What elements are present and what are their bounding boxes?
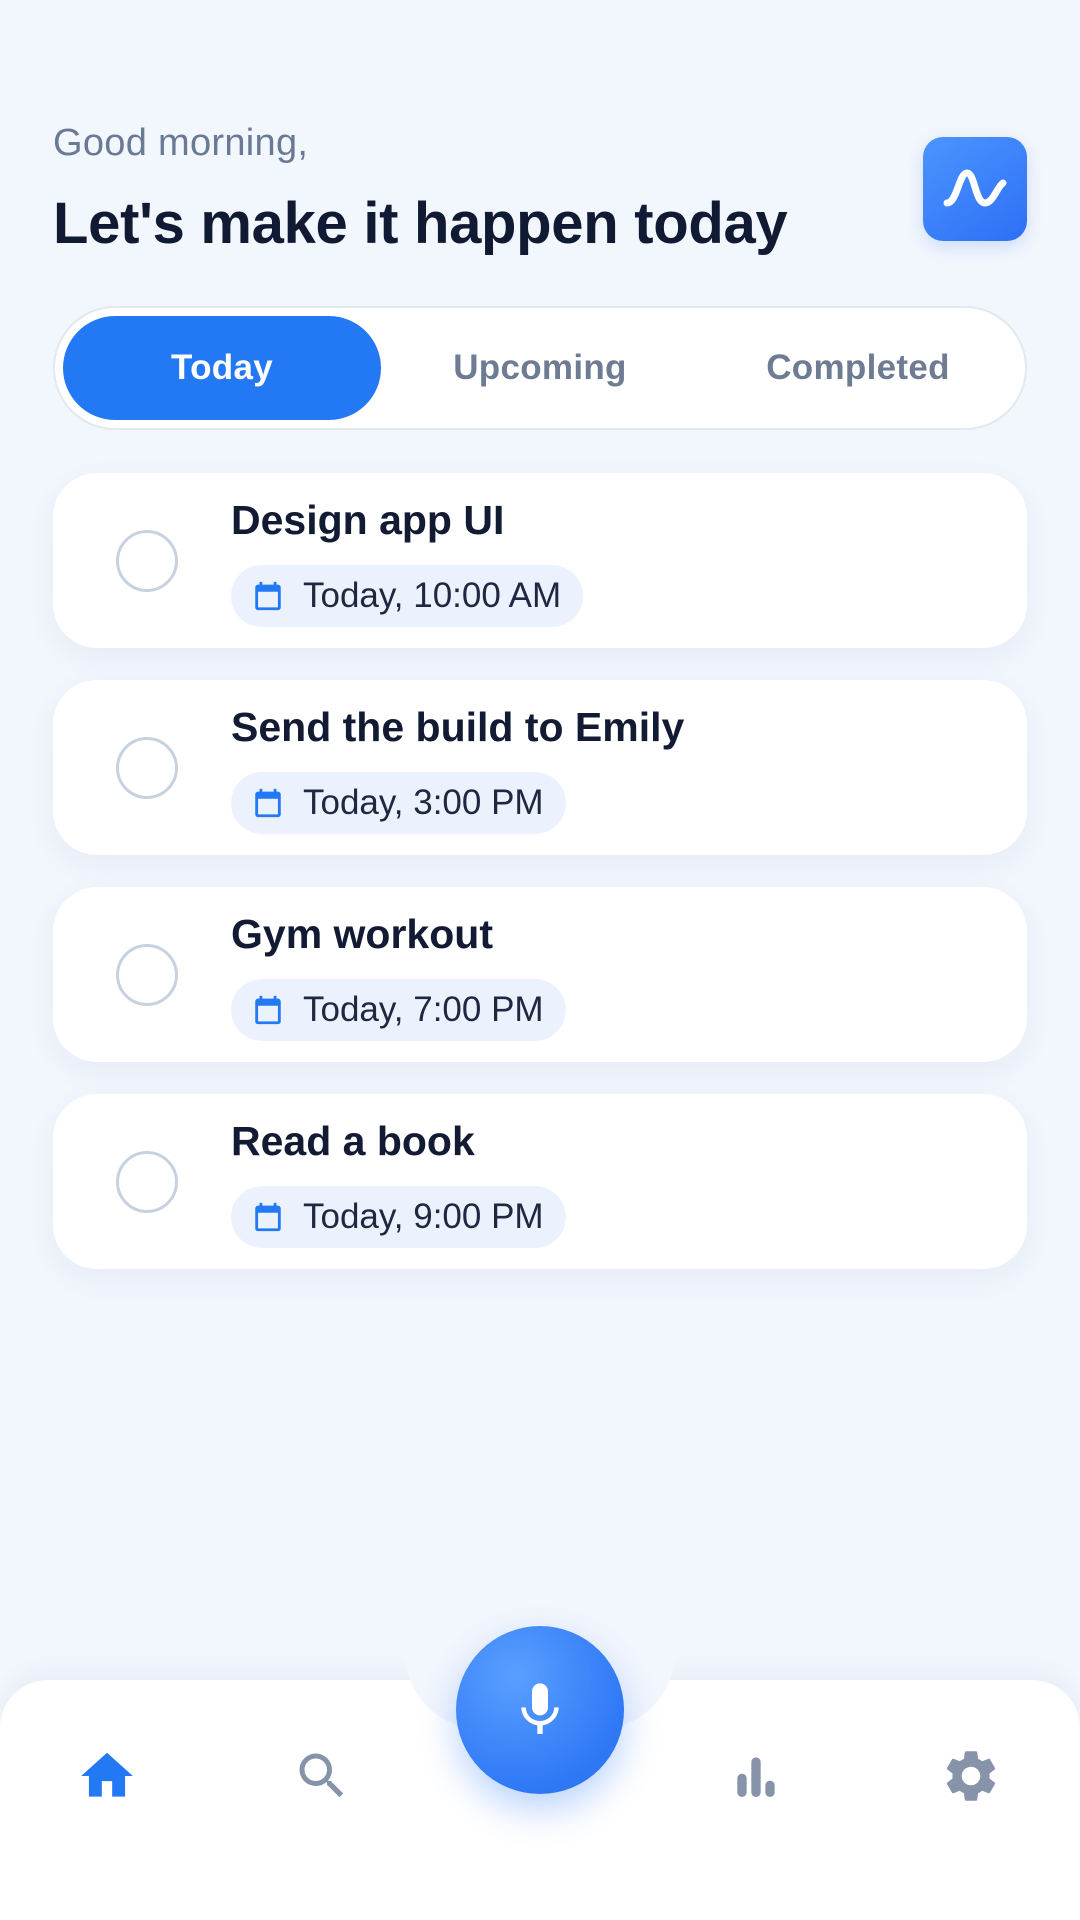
calendar-icon bbox=[251, 786, 285, 820]
due-date-chip: Today, 10:00 AM bbox=[231, 565, 584, 627]
wave-icon bbox=[943, 169, 1007, 207]
search-icon bbox=[299, 1753, 344, 1798]
calendar-icon bbox=[251, 1200, 285, 1234]
due-date-text: Today, 10:00 AM bbox=[303, 576, 562, 615]
due-date-chip: Today, 7:00 PM bbox=[231, 979, 566, 1041]
task-checkbox[interactable] bbox=[116, 530, 178, 592]
app-logo-button[interactable] bbox=[923, 137, 1027, 241]
tab-upcoming[interactable]: Upcoming bbox=[381, 316, 699, 420]
task-title: Gym workout bbox=[231, 911, 493, 957]
due-date-text: Today, 3:00 PM bbox=[303, 783, 544, 822]
microphone-icon bbox=[521, 1683, 559, 1734]
task-filter-tabs: Today Upcoming Completed bbox=[53, 306, 1027, 430]
due-date-chip: Today, 3:00 PM bbox=[231, 772, 566, 834]
due-date-text: Today, 7:00 PM bbox=[303, 990, 544, 1029]
voice-input-button[interactable] bbox=[456, 1626, 624, 1794]
due-date-text: Today, 9:00 PM bbox=[303, 1197, 544, 1236]
task-card[interactable]: Send the build to Emily Today, 3:00 PM bbox=[53, 680, 1027, 855]
task-checkbox[interactable] bbox=[116, 1151, 178, 1213]
task-checkbox[interactable] bbox=[116, 737, 178, 799]
calendar-icon bbox=[251, 579, 285, 613]
app-screen: Good morning, Let's make it happen today… bbox=[0, 0, 1080, 1920]
greeting-text: Good morning, bbox=[53, 122, 309, 164]
gear-icon bbox=[946, 1751, 996, 1801]
task-title: Send the build to Emily bbox=[231, 704, 685, 750]
task-card[interactable]: Design app UI Today, 10:00 AM bbox=[53, 473, 1027, 648]
nav-home-button[interactable] bbox=[67, 1736, 147, 1816]
page-title: Let's make it happen today bbox=[53, 191, 788, 256]
nav-stats-button[interactable] bbox=[716, 1736, 796, 1816]
tab-today[interactable]: Today bbox=[63, 316, 381, 420]
task-card[interactable]: Read a book Today, 9:00 PM bbox=[53, 1094, 1027, 1269]
nav-settings-button[interactable] bbox=[931, 1736, 1011, 1816]
nav-search-button[interactable] bbox=[282, 1736, 362, 1816]
calendar-icon bbox=[251, 993, 285, 1027]
task-title: Design app UI bbox=[231, 497, 505, 543]
bar-chart-icon bbox=[737, 1757, 775, 1797]
task-checkbox[interactable] bbox=[116, 944, 178, 1006]
tab-completed[interactable]: Completed bbox=[699, 316, 1017, 420]
home-icon bbox=[81, 1752, 133, 1797]
task-title: Read a book bbox=[231, 1118, 475, 1164]
task-card[interactable]: Gym workout Today, 7:00 PM bbox=[53, 887, 1027, 1062]
due-date-chip: Today, 9:00 PM bbox=[231, 1186, 566, 1248]
